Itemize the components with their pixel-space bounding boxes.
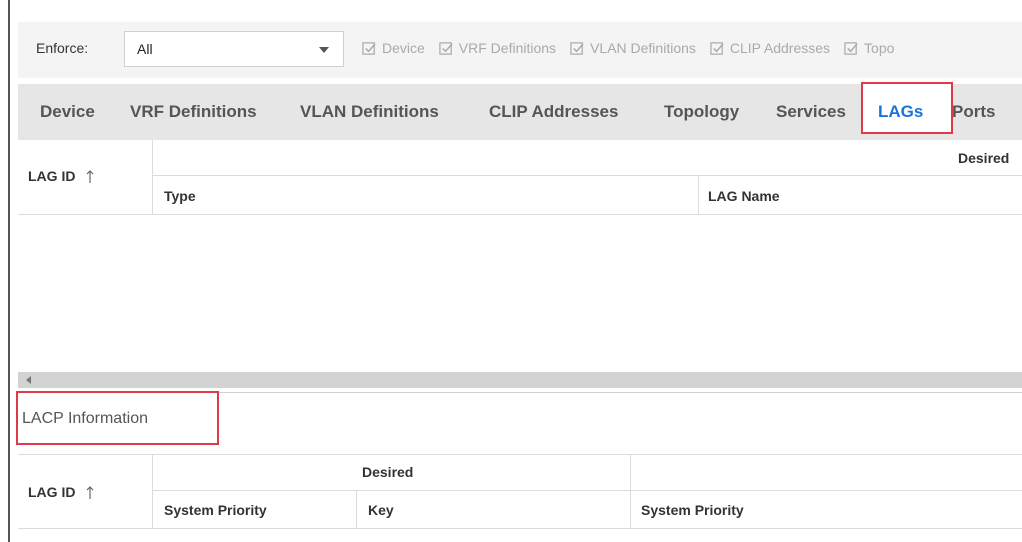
lacp-header-top-border xyxy=(18,454,1022,455)
header-divider xyxy=(152,175,1022,176)
checkbox-device[interactable]: Device xyxy=(362,40,425,56)
section-title-lacp-information: LACP Information xyxy=(22,410,148,427)
checkbox-label: CLIP Addresses xyxy=(729,40,831,56)
column-header-label: LAG ID xyxy=(28,484,76,500)
tab-lags[interactable]: LAGs xyxy=(878,102,923,122)
tab-topology[interactable]: Topology xyxy=(664,102,739,122)
lacp-column-header-lag-id[interactable]: LAG ID xyxy=(28,484,95,500)
tab-services[interactable]: Services xyxy=(776,102,846,122)
tab-vlan-definitions[interactable]: VLAN Definitions xyxy=(300,102,439,122)
enforce-label: Enforce: xyxy=(36,40,89,56)
lacp-header-bottom-border xyxy=(18,528,1022,529)
checkbox-label: VRF Definitions xyxy=(458,40,557,56)
sort-ascending-icon xyxy=(86,170,94,184)
enforce-checkbox-group: Device VRF Definitions VLAN Definitions … xyxy=(362,40,894,56)
checkbox-topology[interactable]: Topo xyxy=(844,40,894,56)
checkbox-checked-icon xyxy=(710,41,724,55)
lacp-column-group-desired: Desired xyxy=(362,464,414,480)
sort-ascending-icon xyxy=(86,486,94,500)
checkbox-checked-icon xyxy=(362,41,376,55)
tab-device[interactable]: Device xyxy=(40,102,95,122)
checkbox-clip-addresses[interactable]: CLIP Addresses xyxy=(710,40,830,56)
tab-ports[interactable]: Ports xyxy=(952,102,995,122)
header-divider xyxy=(152,490,1022,491)
column-divider xyxy=(152,454,153,528)
column-divider xyxy=(630,454,631,528)
column-header-type[interactable]: Type xyxy=(164,188,196,204)
enforce-dropdown[interactable]: All xyxy=(124,31,344,67)
checkbox-label: Device xyxy=(382,40,425,56)
checkbox-vrf-definitions[interactable]: VRF Definitions xyxy=(439,40,556,56)
lacp-column-header-system-priority[interactable]: System Priority xyxy=(164,502,267,518)
scroll-left-icon[interactable] xyxy=(26,376,31,384)
column-divider xyxy=(698,176,699,214)
column-header-label: LAG ID xyxy=(28,168,76,184)
tab-vrf-definitions[interactable]: VRF Definitions xyxy=(130,102,257,122)
checkbox-label: VLAN Definitions xyxy=(590,40,696,56)
column-group-desired: Desired xyxy=(958,150,1010,166)
column-header-lag-name[interactable]: LAG Name xyxy=(708,188,780,204)
column-divider xyxy=(152,140,153,214)
tab-clip-addresses[interactable]: CLIP Addresses xyxy=(489,102,618,122)
column-divider xyxy=(356,491,357,528)
chevron-down-icon xyxy=(319,47,329,53)
enforce-dropdown-value: All xyxy=(137,41,153,57)
lacp-column-header-key[interactable]: Key xyxy=(368,502,394,518)
lacp-column-header-system-priority-2[interactable]: System Priority xyxy=(641,502,744,518)
horizontal-scrollbar[interactable] xyxy=(18,372,1022,388)
checkbox-checked-icon xyxy=(844,41,858,55)
checkbox-checked-icon xyxy=(570,41,584,55)
window-edge xyxy=(8,0,10,542)
checkbox-vlan-definitions[interactable]: VLAN Definitions xyxy=(570,40,696,56)
column-header-lag-id[interactable]: LAG ID xyxy=(28,168,95,184)
checkbox-label: Topo xyxy=(864,40,895,56)
enforce-toolbar: Enforce: All Device VRF Definitions VLAN… xyxy=(18,22,1022,78)
checkbox-checked-icon xyxy=(439,41,453,55)
header-bottom-border xyxy=(18,214,1022,215)
